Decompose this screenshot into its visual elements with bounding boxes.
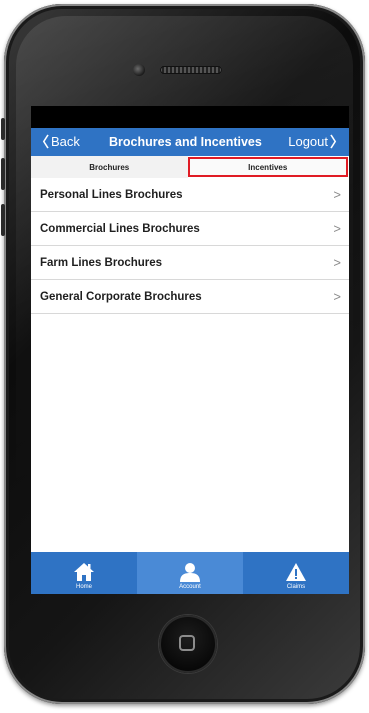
home-icon — [74, 563, 94, 581]
chevron-right-icon: > — [333, 187, 341, 202]
navigation-bar: 〈 Back Brochures and Incentives Logout 〉 — [31, 128, 349, 156]
chevron-right-icon: 〉 — [330, 133, 344, 150]
list-item-personal-lines[interactable]: Personal Lines Brochures > — [31, 178, 349, 212]
home-button-square-icon — [179, 635, 195, 651]
list-item-farm-lines[interactable]: Farm Lines Brochures > — [31, 246, 349, 280]
chevron-right-icon: > — [333, 221, 341, 236]
tab-account-label: Account — [179, 584, 201, 590]
list-item-label: Farm Lines Brochures — [40, 256, 163, 269]
tab-home[interactable]: Home — [31, 552, 137, 594]
account-icon — [180, 563, 200, 582]
brochure-list: Personal Lines Brochures > Commercial Li… — [31, 178, 349, 314]
warning-icon — [286, 563, 306, 581]
tab-incentives[interactable]: Incentives — [187, 157, 348, 177]
side-button-volume-down — [1, 204, 5, 236]
earpiece-speaker — [160, 66, 222, 74]
tab-claims-label: Claims — [286, 584, 306, 590]
logout-label: Logout — [288, 134, 328, 149]
list-item-general-corporate[interactable]: General Corporate Brochures > — [31, 280, 349, 314]
list-item-label: Personal Lines Brochures — [40, 188, 183, 201]
tab-home-label: Home — [75, 584, 92, 590]
tab-brochures[interactable]: Brochures — [31, 156, 188, 178]
list-item-label: Commercial Lines Brochures — [40, 222, 200, 235]
side-button-volume-up — [1, 158, 5, 190]
back-label: Back — [51, 134, 80, 149]
phone-screen: 〈 Back Brochures and Incentives Logout 〉… — [31, 106, 349, 594]
chevron-right-icon: > — [333, 255, 341, 270]
list-item-commercial-lines[interactable]: Commercial Lines Brochures > — [31, 212, 349, 246]
tab-account[interactable]: Account — [137, 552, 243, 594]
bottom-tab-bar: Home Account Claims — [31, 552, 349, 594]
list-item-label: General Corporate Brochures — [40, 290, 202, 303]
segmented-control: Brochures Incentives — [31, 156, 349, 178]
logout-button[interactable]: Logout 〉 — [288, 134, 344, 149]
chevron-left-icon: 〈 — [35, 133, 49, 150]
back-button[interactable]: 〈 Back — [35, 134, 80, 149]
tab-claims[interactable]: Claims — [243, 552, 349, 594]
side-button-silent — [1, 118, 5, 140]
status-bar — [31, 106, 349, 128]
page-title: Brochures and Incentives — [109, 135, 262, 149]
home-button[interactable] — [159, 615, 217, 673]
front-camera — [133, 64, 145, 76]
chevron-right-icon: > — [333, 289, 341, 304]
